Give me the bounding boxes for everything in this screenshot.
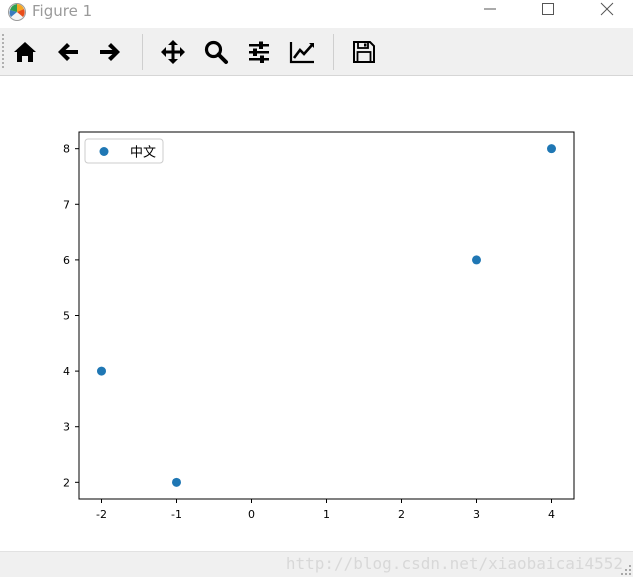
forward-button[interactable] [96,38,124,66]
close-button[interactable] [584,0,630,28]
minimize-button[interactable] [467,0,513,28]
arrow-right-icon [100,43,120,61]
y-tick-label: 8 [63,143,70,156]
arrow-left-icon [58,43,78,61]
save-button[interactable] [350,38,378,66]
y-tick-label: 4 [63,365,70,378]
y-tick-label: 6 [63,254,70,267]
data-point [472,255,481,265]
home-button[interactable] [11,38,39,66]
navigation-toolbar [0,28,633,76]
move-icon [161,40,185,64]
home-icon [14,42,36,62]
sliders-icon [249,41,269,63]
floppy-disk-icon [353,41,375,63]
y-axis-ticks: 2 3 4 5 6 7 8 [63,143,79,489]
data-point [172,477,181,487]
zoom-button[interactable] [202,38,230,66]
toolbar-separator [142,34,143,70]
status-bar: http://blog.csdn.net/xiaobaicai4552 [0,551,633,577]
watermark-text: http://blog.csdn.net/xiaobaicai4552 [285,554,623,573]
data-point [97,366,106,376]
y-tick-label: 3 [63,421,70,434]
y-tick-label: 2 [63,476,70,489]
y-tick-label: 5 [63,310,70,323]
window-title: Figure 1 [32,2,93,20]
x-tick-label: 1 [323,508,330,521]
legend-marker [99,147,109,156]
axes-frame [78,131,575,500]
close-icon [600,2,614,16]
scatter-plot: -2 -1 0 1 2 3 4 2 3 4 5 6 7 8 中文 [63,131,575,521]
x-tick-label: -2 [96,508,107,521]
back-button[interactable] [54,38,82,66]
title-bar: Figure 1 [0,0,633,28]
x-tick-label: -1 [171,508,182,521]
toolbar-grip-icon[interactable] [2,34,6,70]
matplotlib-logo-icon [8,3,26,21]
figure-canvas[interactable]: -2 -1 0 1 2 3 4 2 3 4 5 6 7 8 中文 [0,76,633,551]
x-tick-label: 3 [473,508,480,521]
x-tick-label: 4 [548,508,555,521]
minimize-icon [484,8,496,10]
magnifier-icon [204,40,228,64]
x-tick-label: 2 [398,508,405,521]
resize-grip-icon[interactable] [621,565,631,575]
y-tick-label: 7 [63,198,70,211]
configure-subplots-button[interactable] [245,38,273,66]
data-point [547,144,556,154]
x-tick-label: 0 [248,508,255,521]
chart-line-icon [289,42,314,64]
legend: 中文 [84,138,164,164]
legend-label: 中文 [130,146,156,161]
pan-button[interactable] [159,38,187,66]
x-axis-ticks: -2 -1 0 1 2 3 4 [96,499,555,521]
maximize-button[interactable] [525,0,571,28]
maximize-icon [542,3,554,15]
edit-axes-button[interactable] [288,38,316,66]
toolbar-separator [333,34,334,70]
